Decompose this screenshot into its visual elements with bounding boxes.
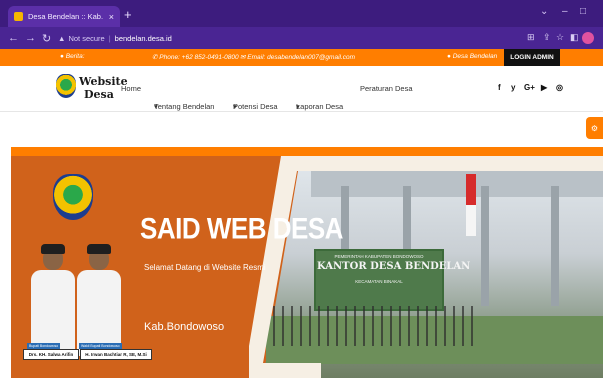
- photo-gate: [273, 306, 473, 346]
- regent-name: Drs. KH. Salwa Arifin: [23, 349, 79, 360]
- menu-home[interactable]: Home: [121, 84, 141, 93]
- bookmark-icon[interactable]: ☆: [556, 32, 564, 43]
- profile-avatar[interactable]: [582, 32, 594, 44]
- news-label: ● Berita:: [60, 53, 85, 60]
- address-bar[interactable]: ▲ Not secure | bendelan.desa.id: [58, 31, 518, 45]
- photo-roof: [311, 171, 603, 197]
- hero-banner: PEMERINTAH KABUPATEN BONDOWOSO KANTOR DE…: [11, 156, 603, 378]
- hero-subtitle: Selamat Datang di Website Resmi: [144, 263, 266, 272]
- vice-regent-name: H. Irwan Bachtiar R, SE, M.Si: [80, 349, 152, 360]
- email-info[interactable]: ✉ Email: desabendelan007@gmail.com: [240, 53, 355, 61]
- chevron-down-icon: ▾: [233, 102, 237, 111]
- browser-tabbar: Desa Bendelan :: Kab. Bondowo... × + ⌄ –…: [0, 0, 603, 27]
- instagram-icon[interactable]: ◎: [556, 83, 563, 92]
- translate-icon[interactable]: ⊞: [527, 32, 535, 43]
- tab-search-icon[interactable]: ⌄: [540, 6, 548, 17]
- browser-toolbar: ← → ↻ ▲ Not secure | bendelan.desa.id ⊞ …: [0, 27, 603, 49]
- login-admin-button[interactable]: LOGIN ADMIN: [504, 49, 560, 66]
- regent-photo: [31, 244, 75, 356]
- photo-pillar: [551, 186, 559, 306]
- village-info: ● Desa Bendelan: [447, 53, 498, 60]
- hero-region: Kab.Bondowoso: [144, 321, 225, 333]
- tab-close-icon[interactable]: ×: [109, 12, 114, 22]
- logo-text-line2[interactable]: Desa: [84, 88, 114, 101]
- logo-emblem-icon[interactable]: [56, 74, 76, 98]
- reload-icon[interactable]: ↻: [42, 32, 51, 45]
- twitter-icon[interactable]: y: [511, 83, 515, 92]
- url-text: bendelan.desa.id: [114, 33, 172, 43]
- flag-icon: [466, 174, 476, 236]
- youtube-icon[interactable]: ▶: [541, 83, 547, 92]
- minimize-icon[interactable]: –: [562, 6, 568, 17]
- photo-pillar: [481, 186, 489, 306]
- warning-icon: ▲: [58, 33, 66, 43]
- chevron-down-icon: ▾: [296, 102, 300, 111]
- sign-main-text: KANTOR DESA BENDELAN: [317, 261, 471, 272]
- header-divider: [0, 111, 603, 112]
- share-icon[interactable]: ⇪: [543, 32, 551, 43]
- google-plus-icon[interactable]: G+: [524, 83, 535, 92]
- facebook-icon[interactable]: f: [498, 83, 501, 92]
- hero-title: SAID WEB DESA: [140, 211, 343, 246]
- browser-tab[interactable]: Desa Bendelan :: Kab. Bondowo... ×: [8, 6, 120, 27]
- phone-info[interactable]: ✆ Phone: +62 852-0491-0800: [152, 53, 239, 61]
- maximize-icon[interactable]: □: [580, 6, 586, 17]
- back-icon[interactable]: ←: [8, 32, 19, 44]
- new-tab-button[interactable]: +: [124, 8, 132, 21]
- settings-gear-icon[interactable]: ⚙: [586, 117, 603, 139]
- favicon-icon: [14, 12, 23, 21]
- sign-top-text: PEMERINTAH KABUPATEN BONDOWOSO: [334, 254, 424, 259]
- vice-regent-photo: [77, 244, 121, 356]
- chevron-down-icon: ▾: [154, 102, 158, 111]
- hero-top-strip: [11, 147, 603, 156]
- security-label: Not secure: [68, 33, 105, 43]
- tab-title: Desa Bendelan :: Kab. Bondowo...: [28, 12, 105, 21]
- menu-peraturan-desa[interactable]: Peraturan Desa: [360, 84, 413, 93]
- forward-icon[interactable]: →: [25, 32, 36, 44]
- sign-bottom-text: KECAMATAN BINAKAL: [355, 279, 403, 284]
- site-header: Website Desa Home Tentang Bendelan ▾ Pot…: [0, 66, 603, 111]
- regency-emblem-icon: [53, 174, 93, 220]
- sidebar-icon[interactable]: ◧: [570, 32, 579, 43]
